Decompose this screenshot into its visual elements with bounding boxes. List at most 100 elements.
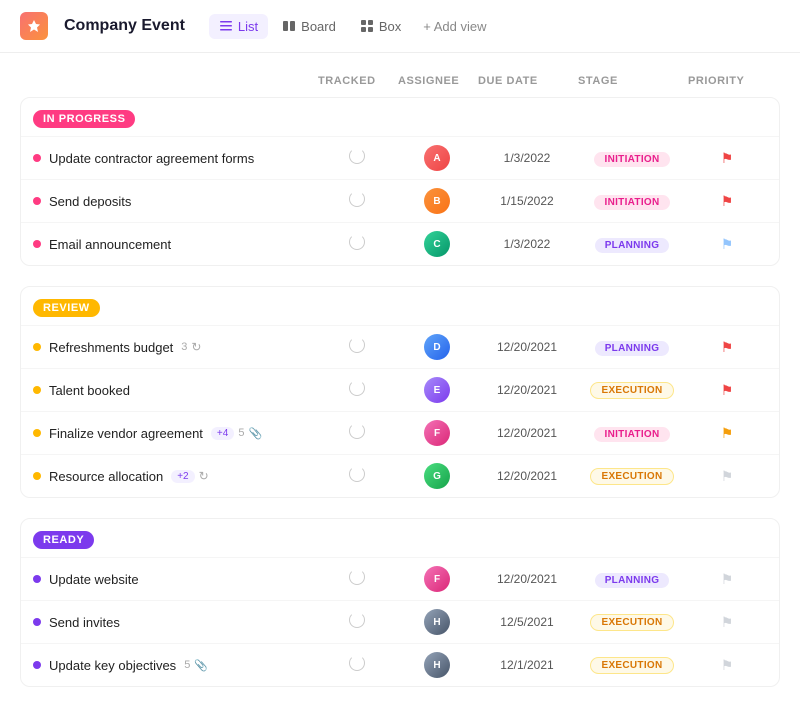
stage-badge: INITIATION	[594, 195, 669, 210]
assignee-cell: E	[397, 377, 477, 403]
dot-yellow	[33, 429, 41, 437]
task-meta: 5 📎	[184, 659, 208, 672]
section-review: REVIEW Refreshments budget 3 ↻ D 12/20/2…	[20, 286, 780, 498]
tracked-cell	[317, 191, 397, 211]
task-name: Talent booked	[33, 383, 317, 398]
stage-cell: PLANNING	[577, 571, 687, 588]
task-name: Finalize vendor agreement +4 5 📎	[33, 426, 317, 441]
task-meta: 3 ↻	[181, 340, 201, 354]
stage-cell: PLANNING	[577, 339, 687, 356]
stage-cell: EXECUTION	[577, 467, 687, 485]
section-ready: READY Update website F 12/20/2021 PLANNI…	[20, 518, 780, 687]
due-date: 12/5/2021	[477, 615, 577, 629]
section-inprogress: IN PROGRESS Update contractor agreement …	[20, 97, 780, 266]
task-name: Send invites	[33, 615, 317, 630]
stage-badge: INITIATION	[594, 152, 669, 167]
tracked-cell	[317, 380, 397, 400]
priority-flag: ⚑	[721, 614, 734, 630]
tracked-cell	[317, 466, 397, 486]
add-view-button[interactable]: + Add view	[415, 14, 494, 39]
avatar: H	[424, 652, 450, 678]
refresh-icon	[349, 423, 365, 439]
priority-cell: ⚑	[687, 382, 767, 399]
col-priority: PRIORITY	[688, 75, 768, 87]
assignee-cell: H	[397, 652, 477, 678]
avatar: H	[424, 609, 450, 635]
dot-purple	[33, 575, 41, 583]
priority-cell: ⚑	[687, 571, 767, 588]
table-row: Resource allocation +2 ↻ G 12/20/2021 EX…	[21, 454, 779, 497]
tracked-cell	[317, 234, 397, 254]
stage-cell: INITIATION	[577, 150, 687, 167]
col-assignee: ASSIGNEE	[398, 75, 478, 87]
due-date: 12/20/2021	[477, 383, 577, 397]
refresh-icon	[349, 569, 365, 585]
due-date: 12/20/2021	[477, 340, 577, 354]
table-row: Email announcement C 1/3/2022 PLANNING ⚑	[21, 222, 779, 265]
priority-flag: ⚑	[721, 339, 734, 355]
stage-badge: PLANNING	[595, 341, 670, 356]
attach-icon: 📎	[194, 659, 208, 672]
task-meta: +4 5 📎	[211, 427, 262, 440]
dot-yellow	[33, 343, 41, 351]
stage-cell: EXECUTION	[577, 656, 687, 674]
attach-icon: 📎	[248, 427, 262, 440]
assignee-cell: C	[397, 231, 477, 257]
tracked-cell	[317, 337, 397, 357]
avatar: E	[424, 377, 450, 403]
tab-box[interactable]: Box	[350, 14, 411, 39]
avatar: C	[424, 231, 450, 257]
tab-list[interactable]: List	[209, 14, 268, 39]
tracked-cell	[317, 569, 397, 589]
stage-cell: EXECUTION	[577, 381, 687, 399]
table-row: Update contractor agreement forms A 1/3/…	[21, 136, 779, 179]
priority-cell: ⚑	[687, 150, 767, 167]
stage-cell: EXECUTION	[577, 613, 687, 631]
stage-cell: INITIATION	[577, 425, 687, 442]
col-stage: STAGE	[578, 75, 688, 87]
section-label-review: REVIEW	[33, 299, 100, 317]
table-row: Update website F 12/20/2021 PLANNING ⚑	[21, 557, 779, 600]
table-row: Finalize vendor agreement +4 5 📎 F 12/20…	[21, 411, 779, 454]
refresh-icon	[349, 655, 365, 671]
app-logo	[20, 12, 48, 40]
task-name: Update contractor agreement forms	[33, 151, 317, 166]
dot-purple	[33, 661, 41, 669]
refresh-icon	[349, 612, 365, 628]
view-tabs: List Board Box + Add view	[209, 14, 495, 39]
tracked-cell	[317, 423, 397, 443]
task-name: Resource allocation +2 ↻	[33, 469, 317, 484]
task-name: Update key objectives 5 📎	[33, 658, 317, 673]
header: Company Event List Board Box + Add view	[0, 0, 800, 53]
priority-flag: ⚑	[721, 150, 734, 166]
task-name: Email announcement	[33, 237, 317, 252]
stage-badge: EXECUTION	[590, 657, 673, 674]
refresh-icon	[349, 234, 365, 250]
dot-yellow	[33, 472, 41, 480]
priority-flag: ⚑	[721, 382, 734, 398]
dot-purple	[33, 618, 41, 626]
task-name: Update website	[33, 572, 317, 587]
tab-board[interactable]: Board	[272, 14, 346, 39]
tracked-cell	[317, 655, 397, 675]
refresh-icon	[349, 380, 365, 396]
page-title: Company Event	[64, 17, 185, 35]
main-content: TRACKED ASSIGNEE DUE DATE STAGE PRIORITY…	[0, 53, 800, 723]
col-tracked: TRACKED	[318, 75, 398, 87]
tracked-cell	[317, 612, 397, 632]
due-date: 1/3/2022	[477, 151, 577, 165]
dot-red	[33, 197, 41, 205]
dot-yellow	[33, 386, 41, 394]
table-header: TRACKED ASSIGNEE DUE DATE STAGE PRIORITY	[20, 69, 780, 93]
section-label-ready: READY	[33, 531, 94, 549]
refresh-icon	[349, 191, 365, 207]
stage-badge: EXECUTION	[590, 614, 673, 631]
refresh-icon	[349, 148, 365, 164]
assignee-cell: B	[397, 188, 477, 214]
avatar: B	[424, 188, 450, 214]
assignee-cell: F	[397, 420, 477, 446]
table-row: Talent booked E 12/20/2021 EXECUTION ⚑	[21, 368, 779, 411]
due-date: 12/20/2021	[477, 469, 577, 483]
stage-badge: PLANNING	[595, 238, 670, 253]
table-row: Send invites H 12/5/2021 EXECUTION ⚑	[21, 600, 779, 643]
